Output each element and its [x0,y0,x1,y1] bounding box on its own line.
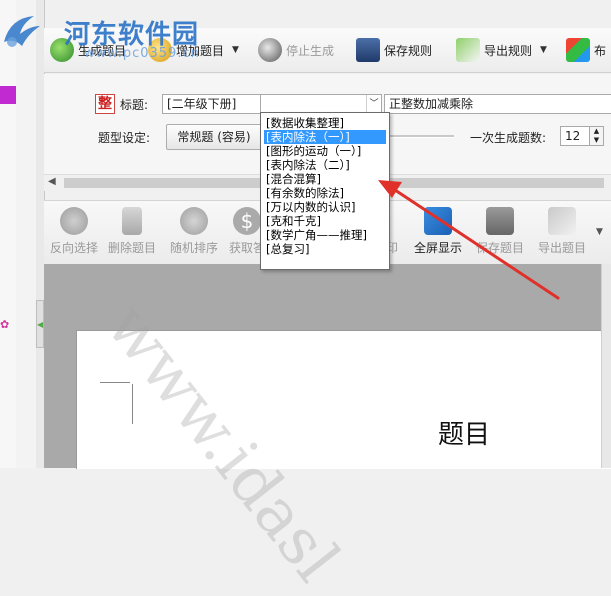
logo-icon [0,12,44,52]
difficulty-slider[interactable] [390,135,454,138]
count-label: 一次生成题数: [470,131,547,145]
dropdown-option[interactable]: [混合混算] [264,172,323,186]
question-type-label: 题型设定: [98,131,151,145]
scroll-left-icon[interactable]: ◀ [48,176,56,187]
reverse-select-button[interactable]: 反向选择 [44,207,104,261]
page-margin-mark [100,382,130,383]
dollar-icon: $ [233,207,261,235]
stop-generate-button[interactable]: 停止生成 [258,36,334,64]
sidebar-accent [0,86,16,104]
dropdown-option[interactable]: [图形的运动（一）] [264,144,363,158]
page-margin-mark [132,384,133,424]
chevron-down-icon[interactable]: ▼ [590,136,603,145]
left-sidebar: ✿ [0,0,17,468]
chevron-up-icon[interactable]: ▲ [590,127,603,136]
annotation-arrow-icon [378,180,560,300]
dropdown-option[interactable]: [数学广角——推理] [264,228,369,242]
count-stepper[interactable]: ▲ ▼ [590,126,604,146]
logo-url: www.pc0359.cn [84,46,200,61]
count-input[interactable]: 12 [560,126,590,146]
dropdown-option[interactable]: [总复习] [264,242,311,256]
floppy-disk-icon [356,38,380,62]
chevron-down-icon[interactable]: ▼ [232,45,239,55]
dropdown-option[interactable]: [万以内数的认识] [264,200,357,214]
reverse-select-icon [60,207,88,235]
question-type-button[interactable]: 常规题 (容易) [166,124,262,150]
flower-icon: ✿ [0,318,10,331]
document-title: 题目 [438,420,491,450]
delete-questions-button[interactable]: 删除题目 [102,207,162,261]
layout-icon [566,38,590,62]
dropdown-option[interactable]: [数据收集整理] [264,116,346,130]
title-input[interactable]: 正整数加减乘除 [384,94,611,114]
title-edit-icon[interactable]: 整 [95,94,115,114]
vertical-scrollbar[interactable] [601,264,611,468]
chevron-down-icon[interactable]: ▼ [596,227,603,237]
stop-icon [258,38,282,62]
title-label: 标题: [120,98,149,112]
document-page [76,330,611,469]
export-icon [456,38,480,62]
dropdown-option-selected[interactable]: [表内除法（一）] [264,130,386,144]
layout-button[interactable]: 布 [566,36,606,64]
save-rules-button[interactable]: 保存规则 [356,36,432,64]
chevron-down-icon: ﹀ [366,95,381,113]
dropdown-option[interactable]: [克和千克] [264,214,323,228]
collapse-handle-icon[interactable]: ◀ [36,300,44,348]
trash-icon [122,207,142,235]
chevron-down-icon[interactable]: ▼ [540,45,547,55]
dropdown-option[interactable]: [有余数的除法] [264,186,346,200]
left-panel [16,0,37,468]
shuffle-icon [180,207,208,235]
category-select[interactable]: ﹀ [260,94,382,114]
export-rules-button[interactable]: 导出规则 ▼ [456,36,547,64]
random-sort-button[interactable]: 随机排序 [164,207,224,261]
dropdown-option[interactable]: [表内除法（二）] [264,158,352,172]
